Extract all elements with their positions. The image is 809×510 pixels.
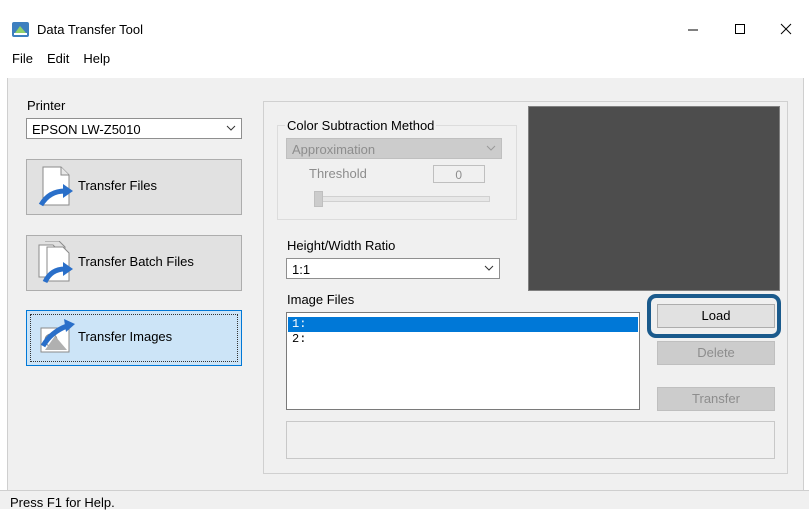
- color-subtraction-value: Approximation: [292, 142, 376, 157]
- image-preview: [528, 106, 780, 291]
- transfer-batch-files-button[interactable]: Transfer Batch Files: [26, 235, 242, 291]
- status-text: Press F1 for Help.: [10, 495, 115, 510]
- threshold-input[interactable]: 0: [433, 165, 485, 183]
- menu-bar: File Edit Help: [12, 51, 110, 69]
- load-button[interactable]: Load: [657, 304, 775, 328]
- threshold-slider-thumb[interactable]: [314, 191, 323, 207]
- ratio-label: Height/Width Ratio: [287, 238, 396, 253]
- threshold-label: Threshold: [309, 166, 367, 181]
- status-bar: Press F1 for Help.: [0, 490, 809, 510]
- progress-area: [286, 421, 775, 459]
- maximize-button[interactable]: [717, 14, 763, 44]
- close-button[interactable]: [763, 14, 809, 44]
- app-icon: [12, 22, 29, 37]
- minimize-icon: [688, 29, 698, 31]
- transfer-images-button[interactable]: Transfer Images: [26, 310, 242, 366]
- maximize-icon: [735, 24, 745, 34]
- window-title: Data Transfer Tool: [37, 22, 143, 37]
- delete-button[interactable]: Delete: [657, 341, 775, 365]
- printer-label: Printer: [27, 98, 66, 113]
- threshold-value: 0: [455, 168, 462, 182]
- transfer-files-button[interactable]: Transfer Files: [26, 159, 242, 215]
- transfer-batch-files-label: Transfer Batch Files: [78, 254, 194, 269]
- chevron-down-icon: [226, 125, 236, 131]
- close-icon: [780, 23, 792, 35]
- color-subtraction-label: Color Subtraction Method: [285, 118, 437, 133]
- menu-help[interactable]: Help: [83, 51, 110, 69]
- batch-file-transfer-icon: [38, 241, 73, 284]
- image-transfer-icon: [40, 319, 75, 353]
- transfer-images-label: Transfer Images: [78, 329, 173, 344]
- image-files-list[interactable]: 1: 2:: [286, 312, 640, 410]
- ratio-select[interactable]: 1:1: [286, 258, 500, 279]
- color-subtraction-select[interactable]: Approximation: [286, 138, 502, 159]
- printer-value: EPSON LW-Z5010: [32, 122, 141, 137]
- list-item[interactable]: 1:: [288, 317, 638, 332]
- printer-select[interactable]: EPSON LW-Z5010: [26, 118, 242, 139]
- transfer-button[interactable]: Transfer: [657, 387, 775, 411]
- file-transfer-icon: [38, 166, 73, 207]
- minimize-button[interactable]: [670, 14, 716, 44]
- transfer-files-label: Transfer Files: [78, 178, 157, 193]
- menu-file[interactable]: File: [12, 51, 33, 69]
- menu-edit[interactable]: Edit: [47, 51, 69, 69]
- title-bar: Data Transfer Tool: [0, 0, 809, 44]
- chevron-down-icon: [484, 265, 494, 271]
- threshold-slider-track[interactable]: [316, 196, 490, 202]
- image-files-label: Image Files: [287, 292, 355, 307]
- chevron-down-icon: [486, 145, 496, 151]
- ratio-value: 1:1: [292, 262, 311, 277]
- list-item[interactable]: 2:: [288, 332, 638, 347]
